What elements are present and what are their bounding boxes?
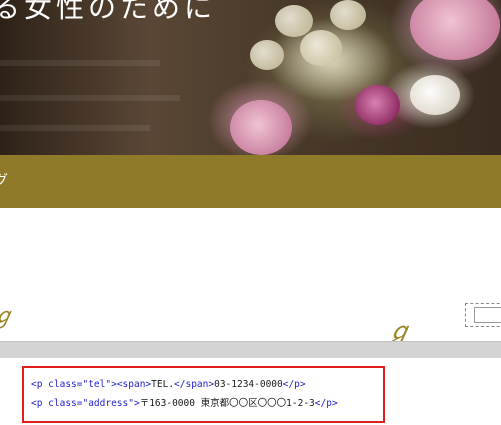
code-text: 03-1234-0000 [214,379,283,390]
code-tag: </span> [174,379,215,390]
flower-petal [250,40,284,70]
flourish-icon: ℊ [0,298,14,330]
hero-banner: る女性のために [0,0,501,155]
placeholder-widget [465,303,501,327]
code-text: 〒163-0000 東京都〇〇区〇〇〇1-2-3 [139,398,315,409]
nav-item-label[interactable]: グ [0,170,8,190]
code-line-address: <p class="address">〒163-0000 東京都〇〇区〇〇〇1-… [31,395,338,409]
code-snippet-highlight: <p class="tel"><span>TEL.</span>03-1234-… [22,366,385,423]
hero-streak [0,95,180,101]
code-tag: </p> [282,379,306,390]
code-attr-value: "tel" [82,379,112,390]
hero-streak [0,125,150,131]
editor-divider [0,341,501,358]
nav-band: グ [0,155,501,208]
flower-petal [330,0,366,30]
hero-streak [0,60,160,66]
flower-petal [300,30,342,66]
code-line-tel: <p class="tel"><span>TEL.</span>03-1234-… [31,379,306,390]
code-text: TEL. [151,379,175,390]
hero-title: る女性のために [0,0,217,24]
rose-bloom [410,0,500,60]
code-tag: <p class= [31,398,83,409]
flower-petal [275,5,313,37]
flower-petal [410,75,460,115]
placeholder-input[interactable] [474,307,501,323]
code-tag: </p> [314,398,338,409]
rose-bloom [230,100,292,155]
code-tag: <p class= [31,379,83,390]
code-tag: <span> [116,379,152,390]
code-attr-value: "address" [82,398,134,409]
orchid-bloom [355,85,400,125]
